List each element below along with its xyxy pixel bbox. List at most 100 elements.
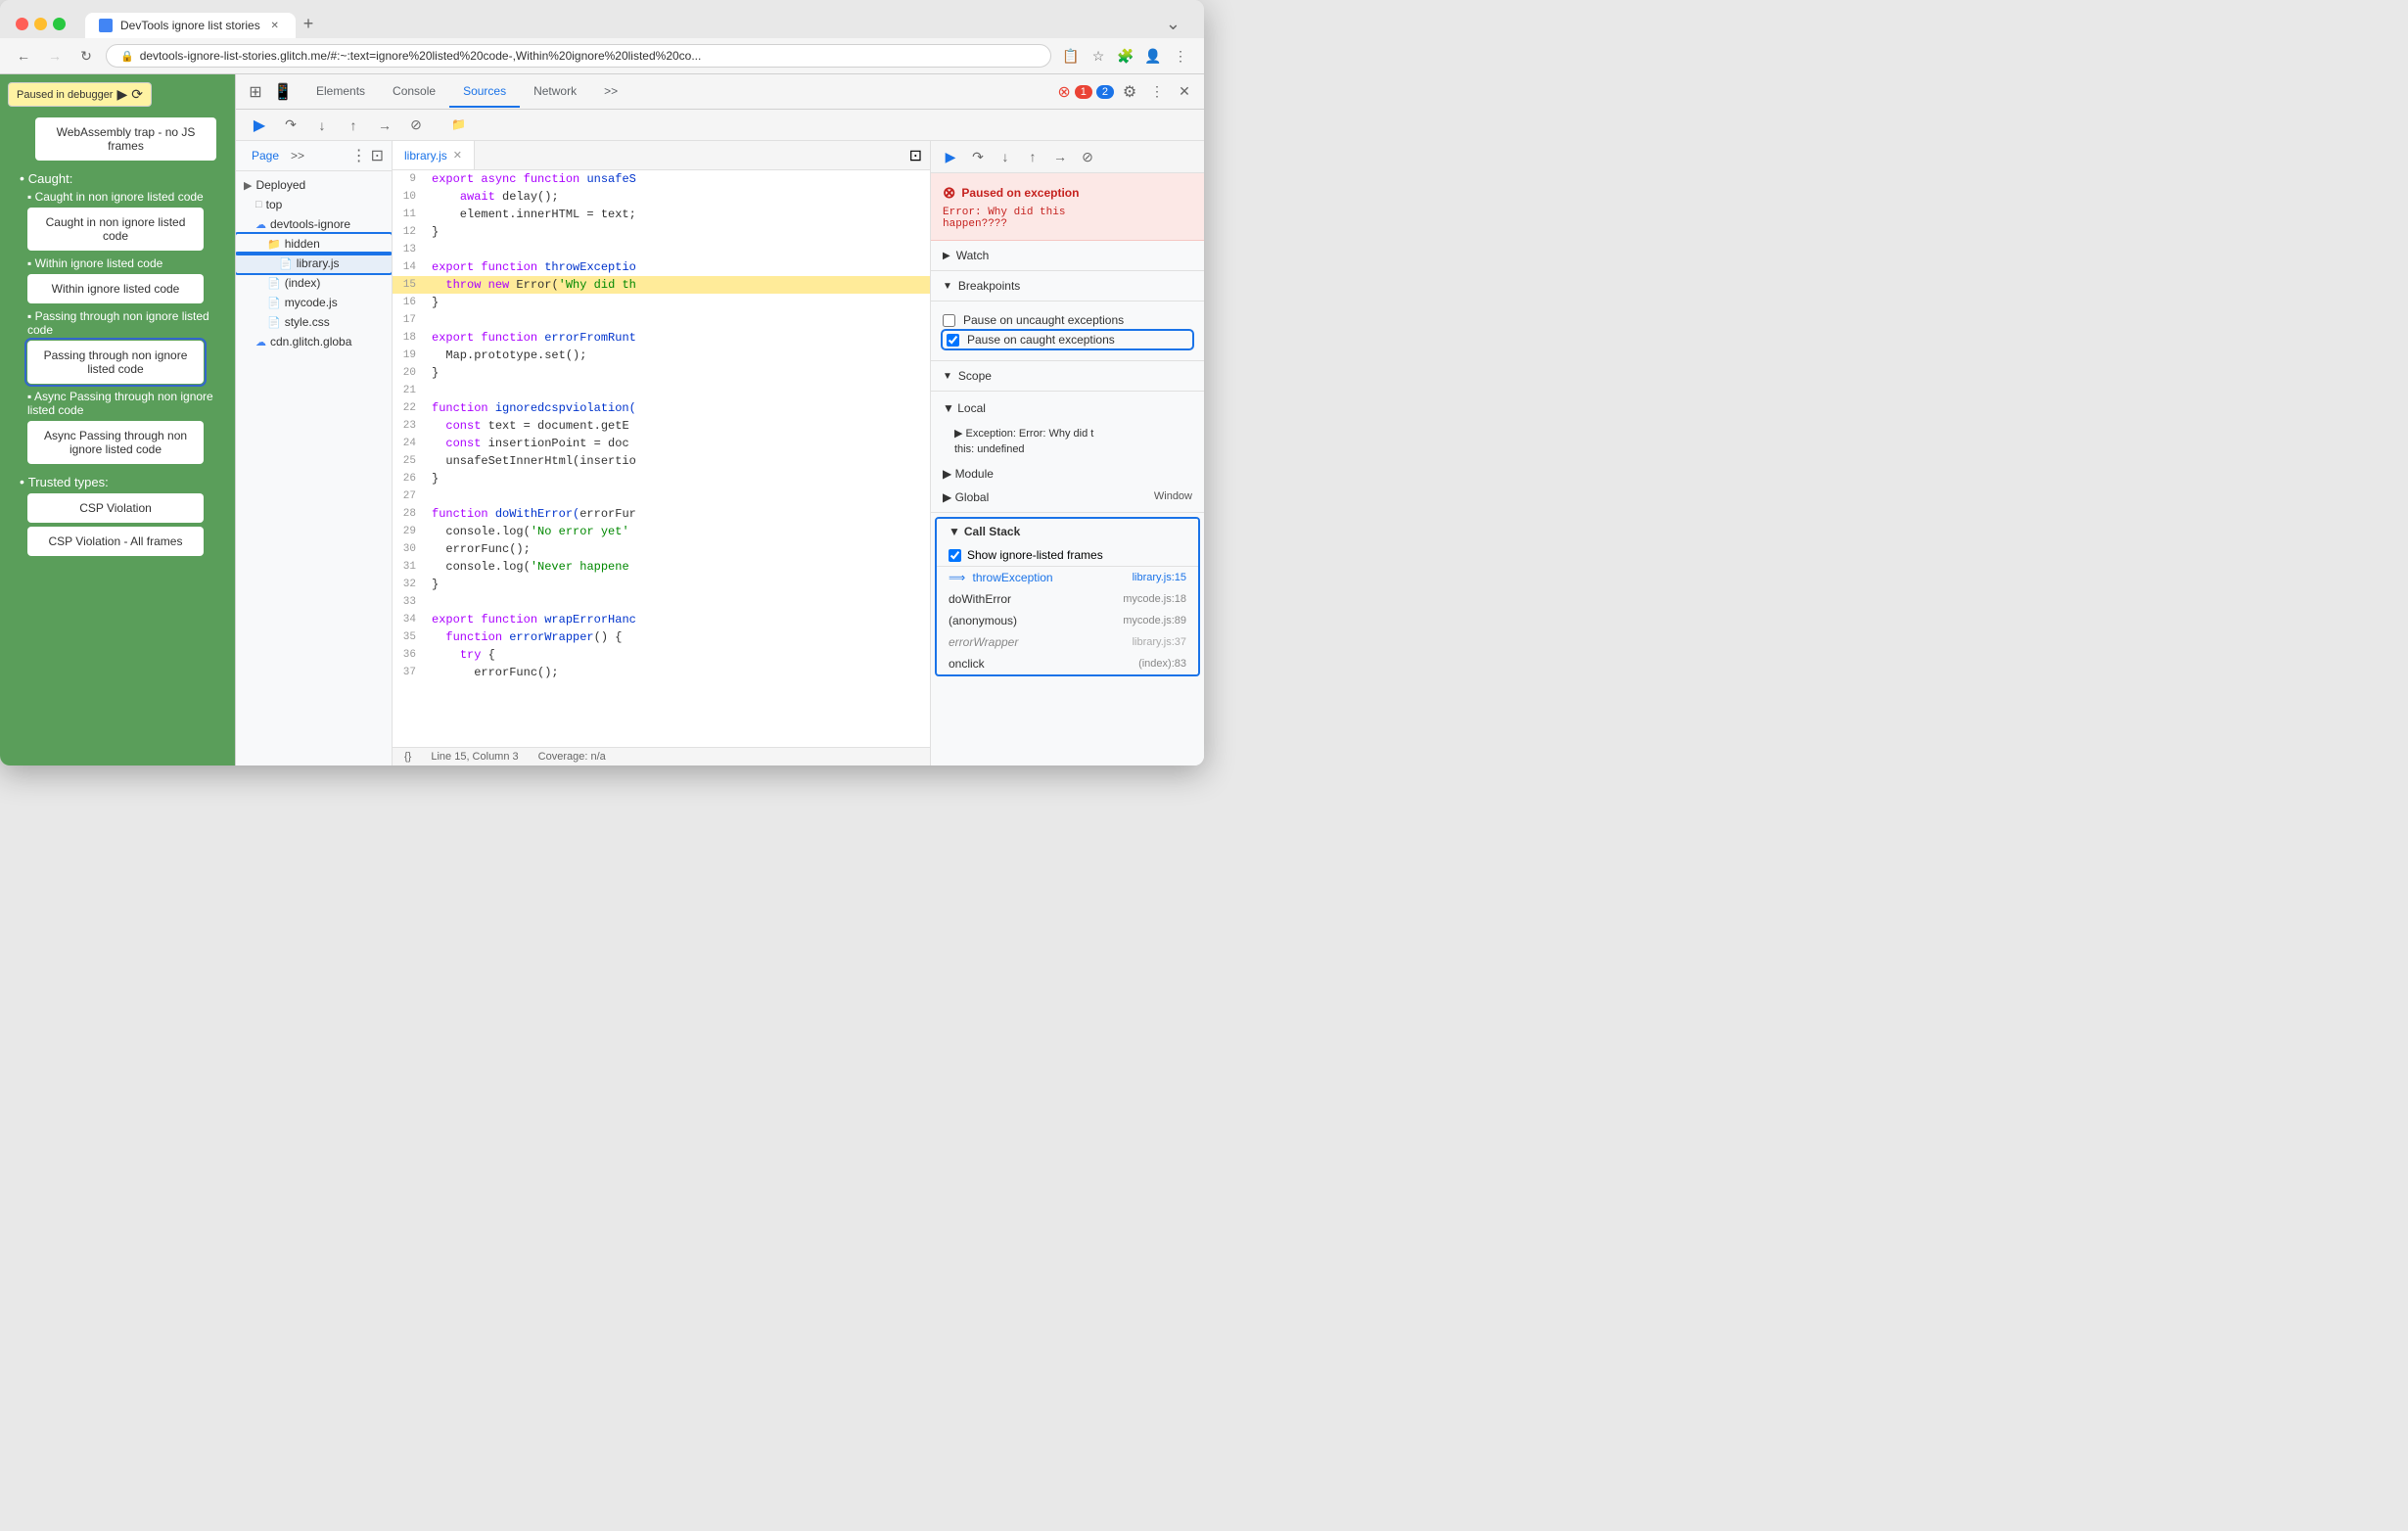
devtools-settings-button[interactable]: ⚙ — [1118, 80, 1141, 104]
scope-items: ▶ Exception: Error: Why did t this: unde… — [931, 421, 1204, 461]
step-out-button[interactable]: ↑ — [342, 114, 365, 137]
step-right[interactable]: → — [1048, 145, 1072, 168]
code-line-13: 13 — [393, 241, 930, 258]
reload-button[interactable]: ↻ — [74, 44, 98, 68]
devtools-more-button[interactable]: ⋮ — [1145, 80, 1169, 104]
url-text: devtools-ignore-list-stories.glitch.me/#… — [140, 49, 1037, 63]
source-tabs: 📁 — [443, 116, 474, 135]
devtools-body: Page >> ⋮ ⊡ ▶ Deployed □ top — [236, 141, 1204, 766]
tree-item-library-js[interactable]: 📄 library.js — [236, 254, 392, 273]
tab-more[interactable]: >> — [590, 76, 631, 108]
story-btn-0[interactable]: Caught in non ignore listed code — [27, 208, 204, 251]
editor-tabs: library.js ✕ ⊡ — [393, 141, 930, 170]
step-into-right[interactable]: ↓ — [994, 145, 1017, 168]
tree-item-devtools-ignore[interactable]: ☁ devtools-ignore — [236, 214, 392, 234]
resume-button-right[interactable]: ▶ — [939, 145, 962, 168]
top-folder-icon: □ — [255, 199, 262, 210]
error-circle-icon: ⊗ — [943, 183, 955, 203]
tab-elements[interactable]: Elements — [302, 76, 379, 108]
this-scope-text: this: undefined — [954, 443, 1025, 455]
close-button[interactable] — [16, 18, 28, 30]
step-over-right[interactable]: ↷ — [966, 145, 990, 168]
file-tree-menu[interactable]: ⋮ — [351, 146, 367, 165]
bookmark-button[interactable]: 📋 — [1059, 44, 1083, 68]
lock-icon: 🔒 — [120, 50, 134, 63]
editor-tab-library-js[interactable]: library.js ✕ — [393, 141, 475, 169]
watch-section-toggle[interactable]: ▶ Watch — [931, 241, 1204, 271]
menu-button[interactable]: ⋮ — [1169, 44, 1192, 68]
tab-close-button[interactable]: ✕ — [268, 19, 282, 32]
story-btn-3[interactable]: Async Passing through non ignore listed … — [27, 421, 204, 464]
local-scope-header[interactable]: ▼ Local — [931, 395, 1204, 421]
devtools-close-button[interactable]: ✕ — [1173, 80, 1196, 104]
tree-item-deployed[interactable]: ▶ Deployed — [236, 175, 392, 195]
index-icon: 📄 — [267, 277, 281, 290]
callstack-item-1[interactable]: doWithError mycode.js:18 — [937, 588, 1198, 610]
tree-item-top[interactable]: □ top — [236, 195, 392, 214]
source-navigator-button[interactable]: 📁 — [443, 116, 474, 135]
module-scope-header[interactable]: ▶ Module — [931, 461, 1204, 487]
star-button[interactable]: ☆ — [1087, 44, 1110, 68]
deactivate-right[interactable]: ⊘ — [1076, 145, 1099, 168]
tab-sources[interactable]: Sources — [449, 76, 520, 108]
debugger-controls: ▶ ↷ ↓ ↑ → ⊘ — [931, 141, 1204, 173]
tab-network[interactable]: Network — [520, 76, 590, 108]
active-tab[interactable]: DevTools ignore list stories ✕ — [85, 13, 296, 38]
pause-caught-checkbox[interactable] — [947, 334, 959, 347]
csp-violation-all-btn[interactable]: CSP Violation - All frames — [27, 527, 204, 556]
step-button[interactable]: → — [373, 114, 396, 137]
coverage-status: Coverage: n/a — [538, 751, 606, 763]
tree-item-index[interactable]: 📄 (index) — [236, 273, 392, 293]
devtools-device-button[interactable]: 📱 — [271, 80, 295, 104]
deployed-label: Deployed — [255, 178, 305, 192]
window-menu-icon[interactable]: ⌄ — [1166, 14, 1188, 34]
step-into-button[interactable]: ↓ — [310, 114, 334, 137]
file-tree-tabs: Page >> ⋮ ⊡ — [236, 141, 392, 171]
callstack-header[interactable]: ▼ Call Stack — [937, 519, 1198, 544]
hidden-folder-icon: 📁 — [267, 238, 281, 251]
mycode-js-label: mycode.js — [285, 296, 338, 309]
pause-uncaught-checkbox[interactable] — [943, 314, 955, 327]
tab-console[interactable]: Console — [379, 76, 449, 108]
tree-item-cdn[interactable]: ☁ cdn.glitch.globa — [236, 332, 392, 351]
page-tab[interactable]: Page — [244, 145, 287, 166]
editor-tab-close[interactable]: ✕ — [453, 149, 462, 162]
forward-button[interactable]: → — [43, 44, 67, 68]
more-tabs-icon[interactable]: >> — [287, 145, 308, 166]
scope-section-toggle[interactable]: ▼ Scope — [931, 361, 1204, 392]
page-content: Paused in debugger ▶ ⟳ WebAssembly trap … — [0, 74, 235, 766]
address-bar[interactable]: 🔒 devtools-ignore-list-stories.glitch.me… — [106, 44, 1051, 68]
callstack-item-3[interactable]: errorWrapper library.js:37 — [937, 631, 1198, 653]
profile-button[interactable]: 👤 — [1141, 44, 1165, 68]
show-ignored-checkbox[interactable] — [949, 549, 961, 562]
code-line-25: 25 unsafeSetInnerHtml(insertio — [393, 452, 930, 470]
back-button[interactable]: ← — [12, 44, 35, 68]
resume-button[interactable]: ▶ — [248, 114, 271, 137]
editor-nav-button[interactable]: ⊡ — [902, 146, 930, 165]
devtools-inspect-button[interactable]: ⊞ — [244, 80, 267, 104]
callstack-item-4[interactable]: onclick (index):83 — [937, 653, 1198, 674]
story-btn-1[interactable]: Within ignore listed code — [27, 274, 204, 303]
step-out-right[interactable]: ↑ — [1021, 145, 1044, 168]
error-icon: ⊗ — [1057, 82, 1070, 102]
pause-indicator-icon: ⟹ — [949, 571, 965, 584]
code-line-18: 18 export function errorFromRunt — [393, 329, 930, 347]
code-area[interactable]: 9 export async function unsafeS 10 await… — [393, 170, 930, 747]
new-tab-button[interactable]: + — [296, 10, 322, 38]
minimize-button[interactable] — [34, 18, 47, 30]
callstack-item-2[interactable]: (anonymous) mycode.js:89 — [937, 610, 1198, 631]
tree-item-style-css[interactable]: 📄 style.css — [236, 312, 392, 332]
maximize-button[interactable] — [53, 18, 66, 30]
csp-violation-btn[interactable]: CSP Violation — [27, 493, 204, 523]
tree-item-hidden[interactable]: 📁 hidden — [236, 234, 392, 254]
callstack-item-0[interactable]: ⟹ throwException library.js:15 — [937, 567, 1198, 588]
step-over-button[interactable]: ↷ — [279, 114, 302, 137]
extensions-button[interactable]: 🧩 — [1114, 44, 1137, 68]
story-btn-2[interactable]: Passing through non ignore listed code — [27, 341, 204, 384]
deactivate-breakpoints-button[interactable]: ⊘ — [404, 114, 428, 137]
editor-status: {} Line 15, Column 3 Coverage: n/a — [393, 747, 930, 766]
tree-item-mycode-js[interactable]: 📄 mycode.js — [236, 293, 392, 312]
global-scope-header[interactable]: ▶ Global — [943, 490, 989, 504]
breakpoints-section-toggle[interactable]: ▼ Breakpoints — [931, 271, 1204, 302]
sync-button[interactable]: ⊡ — [371, 146, 384, 165]
